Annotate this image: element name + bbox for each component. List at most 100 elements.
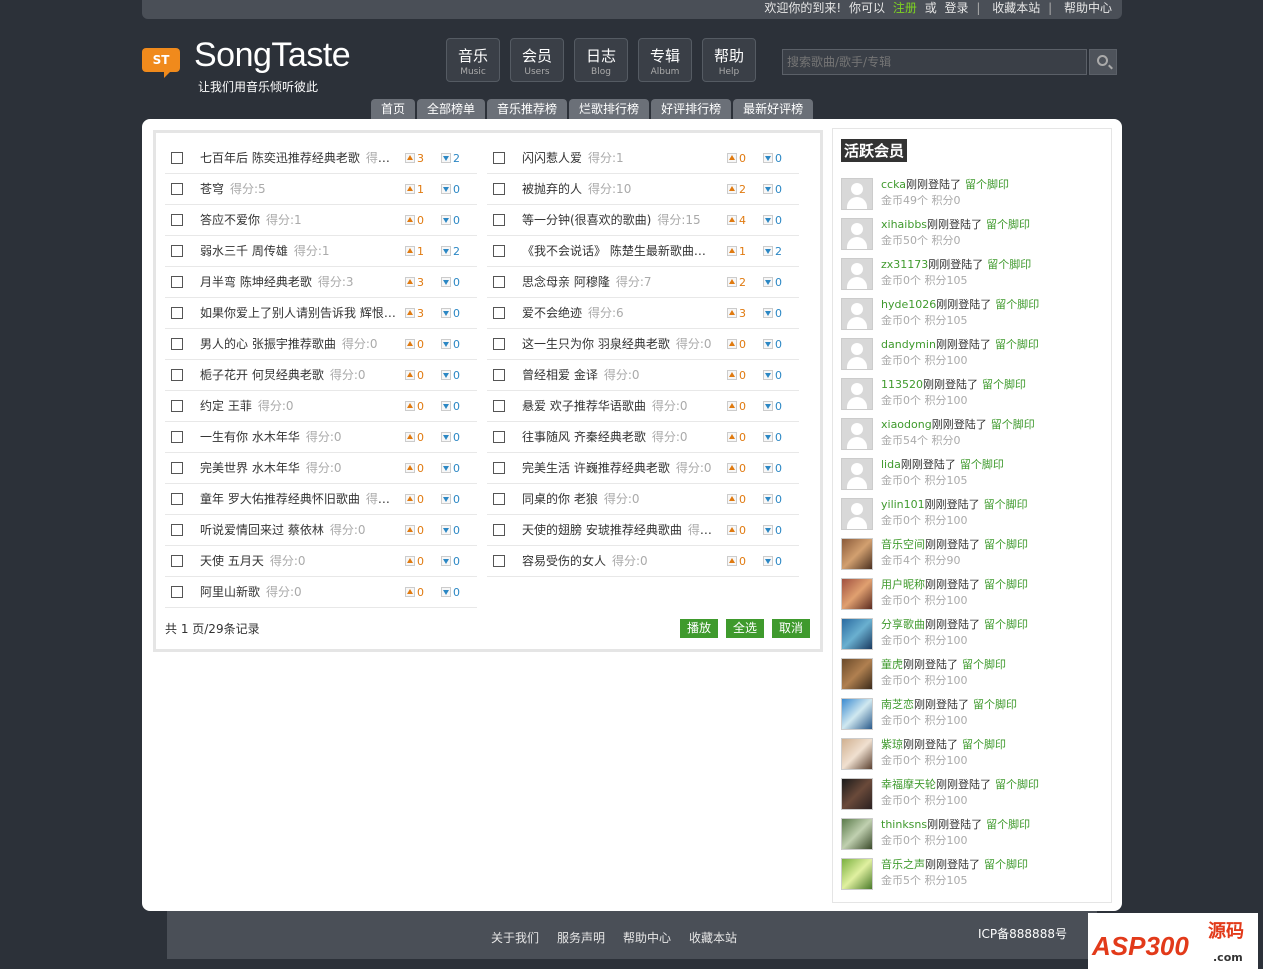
- member-name[interactable]: hyde1026: [881, 298, 936, 311]
- member-name[interactable]: 幸福摩天轮: [881, 778, 936, 791]
- song-checkbox[interactable]: [493, 307, 505, 319]
- member-name[interactable]: zx31173: [881, 258, 928, 271]
- vote-up[interactable]: 0: [727, 453, 746, 484]
- leave-footprint-link[interactable]: 留个脚印: [984, 498, 1028, 511]
- nav-album[interactable]: 专辑 Album: [638, 38, 692, 82]
- song-title[interactable]: 曾经相爱 金译 得分:0: [522, 360, 722, 391]
- member-name[interactable]: 音乐之声: [881, 858, 925, 871]
- member-name[interactable]: 分享歌曲: [881, 618, 925, 631]
- vote-down[interactable]: 0: [763, 391, 782, 422]
- song-checkbox[interactable]: [493, 369, 505, 381]
- vote-down[interactable]: 0: [763, 298, 782, 329]
- vote-down[interactable]: 0: [441, 546, 460, 577]
- song-title[interactable]: 男人的心 张振宇推荐歌曲 得分:0: [200, 329, 400, 360]
- avatar[interactable]: [841, 338, 873, 370]
- song-checkbox[interactable]: [171, 307, 183, 319]
- vote-up[interactable]: 3: [405, 298, 424, 329]
- vote-up[interactable]: 3: [727, 298, 746, 329]
- vote-up[interactable]: 0: [727, 360, 746, 391]
- song-checkbox[interactable]: [171, 462, 183, 474]
- vote-down[interactable]: 0: [763, 143, 782, 174]
- song-title[interactable]: 完美生活 许巍推荐经典老歌 得分:0: [522, 453, 722, 484]
- member-name[interactable]: 童虎: [881, 658, 903, 671]
- vote-down[interactable]: 0: [763, 422, 782, 453]
- song-checkbox[interactable]: [171, 524, 183, 536]
- avatar[interactable]: [841, 618, 873, 650]
- song-checkbox[interactable]: [493, 276, 505, 288]
- song-title[interactable]: 同桌的你 老狼 得分:0: [522, 484, 722, 515]
- member-name[interactable]: 南芝恋: [881, 698, 914, 711]
- vote-down[interactable]: 0: [441, 267, 460, 298]
- song-checkbox[interactable]: [171, 431, 183, 443]
- tab-recommend[interactable]: 音乐推荐榜: [487, 99, 568, 119]
- member-name[interactable]: xihaibbs: [881, 218, 927, 231]
- leave-footprint-link[interactable]: 留个脚印: [984, 578, 1028, 591]
- vote-up[interactable]: 0: [405, 546, 424, 577]
- avatar[interactable]: [841, 858, 873, 890]
- song-checkbox[interactable]: [493, 400, 505, 412]
- leave-footprint-link[interactable]: 留个脚印: [986, 818, 1030, 831]
- vote-down[interactable]: 0: [441, 329, 460, 360]
- vote-down[interactable]: 2: [763, 236, 782, 267]
- song-title[interactable]: 这一生只为你 羽泉经典老歌 得分:0: [522, 329, 722, 360]
- register-link[interactable]: 注册: [893, 1, 917, 15]
- vote-down[interactable]: 0: [441, 391, 460, 422]
- song-title[interactable]: 闪闪惹人爱 得分:1: [522, 143, 722, 174]
- vote-up[interactable]: 0: [727, 143, 746, 174]
- song-checkbox[interactable]: [493, 431, 505, 443]
- song-title[interactable]: 阿里山新歌 得分:0: [200, 577, 400, 608]
- leave-footprint-link[interactable]: 留个脚印: [984, 538, 1028, 551]
- song-title[interactable]: 天使的翅膀 安琥推荐经典歌曲 得分:0: [522, 515, 722, 546]
- vote-down[interactable]: 0: [441, 422, 460, 453]
- member-name[interactable]: ccka: [881, 178, 906, 191]
- vote-up[interactable]: 1: [405, 236, 424, 267]
- song-checkbox[interactable]: [171, 586, 183, 598]
- avatar[interactable]: [841, 458, 873, 490]
- leave-footprint-link[interactable]: 留个脚印: [960, 458, 1004, 471]
- avatar[interactable]: [841, 578, 873, 610]
- nav-blog[interactable]: 日志 Blog: [574, 38, 628, 82]
- nav-users[interactable]: 会员 Users: [510, 38, 564, 82]
- avatar[interactable]: [841, 218, 873, 250]
- member-name[interactable]: lida: [881, 458, 901, 471]
- song-title[interactable]: 一生有你 水木年华 得分:0: [200, 422, 400, 453]
- song-checkbox[interactable]: [171, 338, 183, 350]
- member-name[interactable]: 用户昵称: [881, 578, 925, 591]
- vote-down[interactable]: 0: [441, 515, 460, 546]
- avatar[interactable]: [841, 778, 873, 810]
- vote-up[interactable]: 0: [405, 391, 424, 422]
- song-title[interactable]: 往事随风 齐秦经典老歌 得分:0: [522, 422, 722, 453]
- search-button[interactable]: [1089, 49, 1117, 75]
- tab-worst[interactable]: 烂歌排行榜: [569, 99, 650, 119]
- avatar[interactable]: [841, 258, 873, 290]
- leave-footprint-link[interactable]: 留个脚印: [962, 658, 1006, 671]
- leave-footprint-link[interactable]: 留个脚印: [995, 338, 1039, 351]
- vote-up[interactable]: 4: [727, 205, 746, 236]
- song-title[interactable]: 月半弯 陈坤经典老歌 得分:3: [200, 267, 400, 298]
- song-title[interactable]: 思念母亲 阿穆隆 得分:7: [522, 267, 722, 298]
- leave-footprint-link[interactable]: 留个脚印: [995, 778, 1039, 791]
- avatar[interactable]: [841, 418, 873, 450]
- vote-down[interactable]: 0: [763, 329, 782, 360]
- member-name[interactable]: dandymin: [881, 338, 936, 351]
- member-name[interactable]: xiaodong: [881, 418, 932, 431]
- song-title[interactable]: 听说爱情回来过 蔡依林 得分:0: [200, 515, 400, 546]
- vote-up[interactable]: 0: [405, 515, 424, 546]
- vote-down[interactable]: 0: [763, 453, 782, 484]
- song-title[interactable]: 弱水三千 周传雄 得分:1: [200, 236, 400, 267]
- footer-bookmark-link[interactable]: 收藏本站: [689, 929, 737, 946]
- vote-down[interactable]: 0: [441, 577, 460, 608]
- vote-down[interactable]: 0: [441, 360, 460, 391]
- leave-footprint-link[interactable]: 留个脚印: [991, 418, 1035, 431]
- leave-footprint-link[interactable]: 留个脚印: [987, 258, 1031, 271]
- leave-footprint-link[interactable]: 留个脚印: [973, 698, 1017, 711]
- vote-up[interactable]: 2: [727, 267, 746, 298]
- vote-up[interactable]: 0: [727, 546, 746, 577]
- avatar[interactable]: [841, 298, 873, 330]
- leave-footprint-link[interactable]: 留个脚印: [986, 218, 1030, 231]
- select-all-button[interactable]: 全选: [725, 619, 764, 638]
- login-link[interactable]: 登录: [945, 1, 969, 15]
- vote-down[interactable]: 0: [763, 360, 782, 391]
- vote-up[interactable]: 0: [405, 422, 424, 453]
- vote-up[interactable]: 0: [727, 391, 746, 422]
